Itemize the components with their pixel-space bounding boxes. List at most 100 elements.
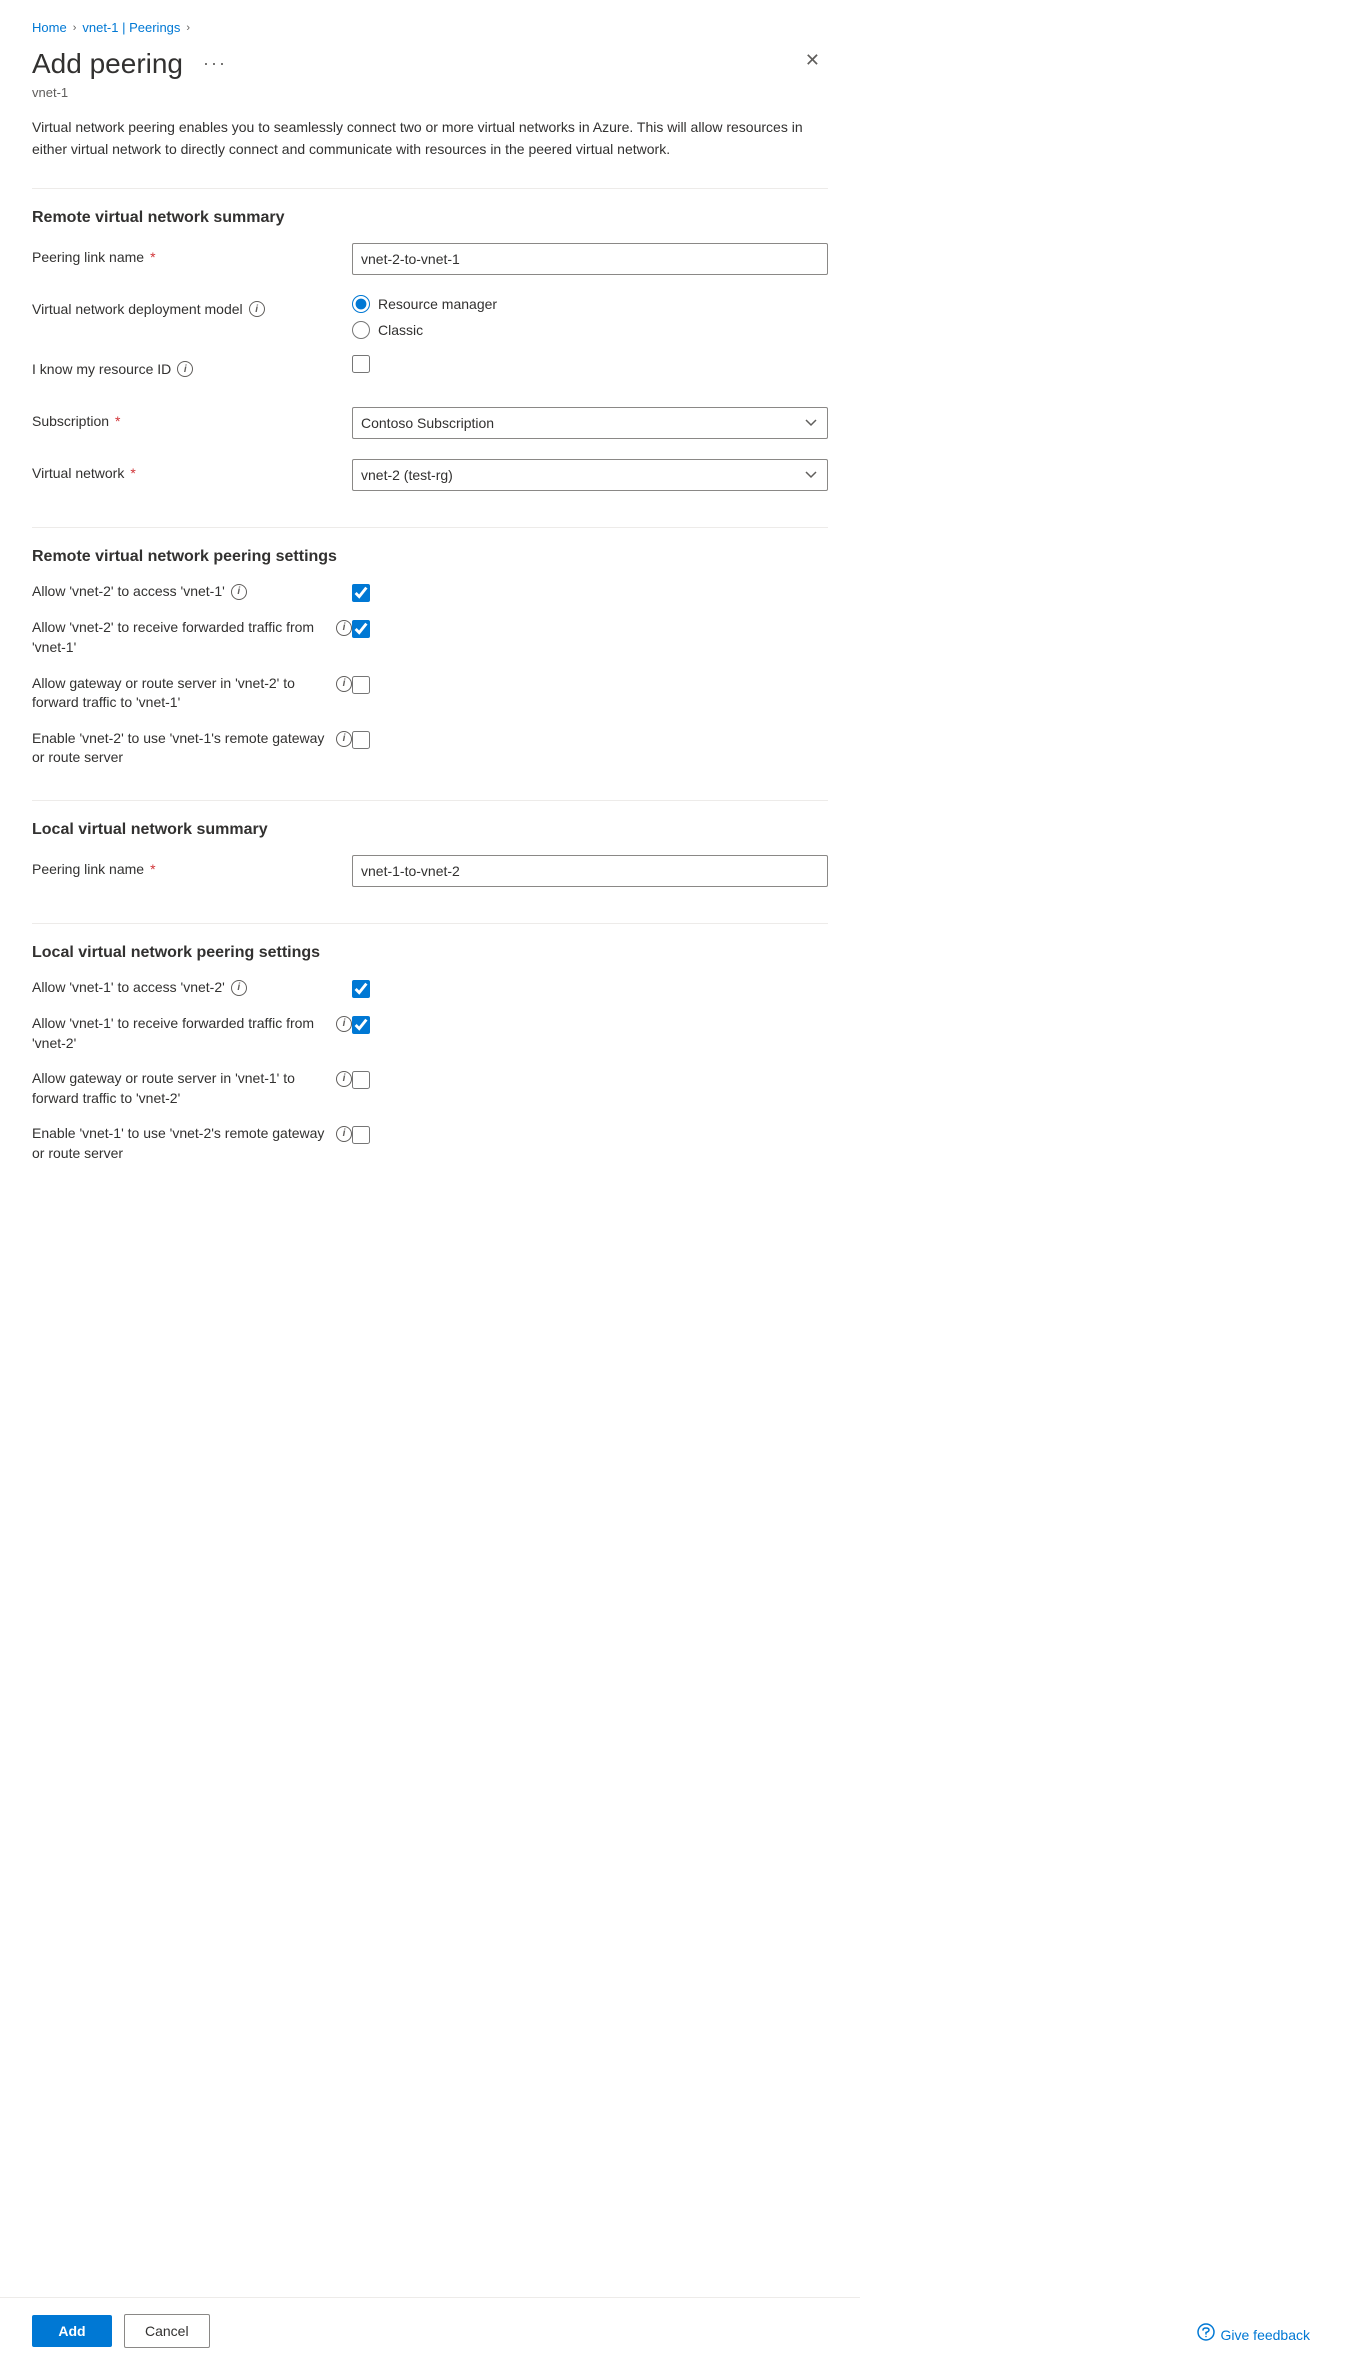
- close-button[interactable]: ✕: [797, 47, 828, 73]
- radio-classic-label: Classic: [378, 322, 423, 338]
- remote-allow-forwarded-control: [352, 618, 370, 638]
- cancel-button[interactable]: Cancel: [124, 2314, 210, 2348]
- local-allow-access-checkbox-item[interactable]: [352, 980, 370, 998]
- subscription-control: Contoso Subscription: [352, 407, 828, 439]
- subscription-select[interactable]: Contoso Subscription: [352, 407, 828, 439]
- local-allow-gateway-row: Allow gateway or route server in 'vnet-1…: [32, 1069, 828, 1108]
- add-button[interactable]: Add: [32, 2315, 112, 2347]
- deployment-model-radio-group: Resource manager Classic: [352, 295, 828, 339]
- local-allow-gateway-checkbox-item[interactable]: [352, 1071, 370, 1089]
- divider-2: [32, 527, 828, 528]
- remote-allow-forwarded-checkbox[interactable]: [352, 620, 370, 638]
- remote-allow-forwarded-row: Allow 'vnet-2' to receive forwarded traf…: [32, 618, 828, 657]
- local-enable-gateway-checkbox-item[interactable]: [352, 1126, 370, 1144]
- resource-id-checkbox-item[interactable]: [352, 355, 828, 373]
- remote-allow-gateway-label-group: Allow gateway or route server in 'vnet-2…: [32, 674, 352, 713]
- breadcrumb-vnet[interactable]: vnet-1 | Peerings: [82, 20, 180, 35]
- peering-link-label: Peering link name *: [32, 243, 352, 265]
- remote-allow-access-control: [352, 582, 370, 602]
- remote-enable-gateway-row: Enable 'vnet-2' to use 'vnet-1's remote …: [32, 729, 828, 768]
- remote-allow-gateway-row: Allow gateway or route server in 'vnet-2…: [32, 674, 828, 713]
- local-allow-gateway-info-icon[interactable]: i: [336, 1071, 352, 1087]
- virtual-network-select[interactable]: vnet-2 (test-rg): [352, 459, 828, 491]
- radio-resource-manager-input[interactable]: [352, 295, 370, 313]
- subscription-row: Subscription * Contoso Subscription: [32, 407, 828, 443]
- remote-allow-access-label-group: Allow 'vnet-2' to access 'vnet-1' i: [32, 582, 352, 602]
- remote-allow-gateway-checkbox[interactable]: [352, 676, 370, 694]
- local-enable-gateway-control: [352, 1124, 370, 1144]
- local-enable-gateway-checkbox[interactable]: [352, 1126, 370, 1144]
- remote-allow-access-info-icon[interactable]: i: [231, 584, 247, 600]
- remote-allow-gateway-info-icon[interactable]: i: [336, 676, 352, 692]
- remote-enable-gateway-info-icon[interactable]: i: [336, 731, 352, 747]
- resource-id-control: [352, 355, 828, 373]
- subscription-required: *: [115, 413, 120, 429]
- breadcrumb-sep-2: ›: [186, 22, 190, 34]
- remote-allow-gateway-control: [352, 674, 370, 694]
- local-allow-forwarded-label: Allow 'vnet-1' to receive forwarded traf…: [32, 1014, 330, 1053]
- local-peering-link-control: [352, 855, 828, 887]
- subscription-label: Subscription *: [32, 407, 352, 429]
- remote-allow-gateway-checkbox-item[interactable]: [352, 676, 370, 694]
- local-allow-forwarded-checkbox-item[interactable]: [352, 1016, 370, 1034]
- local-enable-gateway-label-group: Enable 'vnet-1' to use 'vnet-2's remote …: [32, 1124, 352, 1163]
- divider-3: [32, 800, 828, 801]
- peering-link-control: [352, 243, 828, 275]
- breadcrumb-sep-1: ›: [73, 22, 77, 34]
- more-options-button[interactable]: ···: [195, 49, 235, 78]
- remote-allow-access-checkbox-item[interactable]: [352, 584, 370, 602]
- remote-allow-access-checkbox[interactable]: [352, 584, 370, 602]
- remote-allow-forwarded-info-icon[interactable]: i: [336, 620, 352, 636]
- peering-link-input[interactable]: [352, 243, 828, 275]
- local-allow-access-label-group: Allow 'vnet-1' to access 'vnet-2' i: [32, 978, 352, 998]
- local-required-star: *: [150, 861, 155, 877]
- local-peering-settings-section: Local virtual network peering settings A…: [32, 944, 828, 1164]
- resource-id-checkbox[interactable]: [352, 355, 370, 373]
- page-title-row: Add peering ···: [32, 47, 235, 81]
- local-allow-forwarded-checkbox[interactable]: [352, 1016, 370, 1034]
- radio-classic[interactable]: Classic: [352, 321, 828, 339]
- virtual-network-control: vnet-2 (test-rg): [352, 459, 828, 491]
- resource-id-info-icon[interactable]: i: [177, 361, 193, 377]
- remote-summary-title: Remote virtual network summary: [32, 209, 828, 227]
- local-peering-link-input[interactable]: [352, 855, 828, 887]
- local-allow-gateway-checkbox[interactable]: [352, 1071, 370, 1089]
- remote-allow-access-row: Allow 'vnet-2' to access 'vnet-1' i: [32, 582, 828, 602]
- page-title: Add peering: [32, 47, 183, 81]
- local-peering-settings-title: Local virtual network peering settings: [32, 944, 828, 962]
- divider-1: [32, 188, 828, 189]
- local-allow-gateway-control: [352, 1069, 370, 1089]
- local-enable-gateway-info-icon[interactable]: i: [336, 1126, 352, 1142]
- remote-enable-gateway-control: [352, 729, 370, 749]
- remote-enable-gateway-checkbox-item[interactable]: [352, 731, 370, 749]
- required-star: *: [150, 249, 155, 265]
- remote-allow-forwarded-label-group: Allow 'vnet-2' to receive forwarded traf…: [32, 618, 352, 657]
- local-allow-access-checkbox[interactable]: [352, 980, 370, 998]
- local-allow-gateway-label-group: Allow gateway or route server in 'vnet-1…: [32, 1069, 352, 1108]
- local-peering-link-label: Peering link name *: [32, 855, 352, 877]
- virtual-network-label: Virtual network *: [32, 459, 352, 481]
- remote-allow-access-label: Allow 'vnet-2' to access 'vnet-1': [32, 582, 225, 602]
- local-allow-access-info-icon[interactable]: i: [231, 980, 247, 996]
- local-enable-gateway-label: Enable 'vnet-1' to use 'vnet-2's remote …: [32, 1124, 330, 1163]
- resource-id-label: I know my resource ID i: [32, 355, 352, 377]
- breadcrumb-home[interactable]: Home: [32, 20, 67, 35]
- local-peering-link-row: Peering link name *: [32, 855, 828, 891]
- give-feedback-link[interactable]: Give feedback: [1197, 2323, 1311, 2346]
- local-allow-gateway-label: Allow gateway or route server in 'vnet-1…: [32, 1069, 330, 1108]
- page-header: Add peering ··· ✕: [32, 47, 828, 81]
- local-allow-forwarded-control: [352, 1014, 370, 1034]
- remote-allow-forwarded-label: Allow 'vnet-2' to receive forwarded traf…: [32, 618, 330, 657]
- remote-enable-gateway-label: Enable 'vnet-2' to use 'vnet-1's remote …: [32, 729, 330, 768]
- radio-classic-input[interactable]: [352, 321, 370, 339]
- remote-peering-settings-title: Remote virtual network peering settings: [32, 548, 828, 566]
- remote-enable-gateway-checkbox[interactable]: [352, 731, 370, 749]
- local-allow-access-row: Allow 'vnet-1' to access 'vnet-2' i: [32, 978, 828, 998]
- virtual-network-row: Virtual network * vnet-2 (test-rg): [32, 459, 828, 495]
- remote-allow-forwarded-checkbox-item[interactable]: [352, 620, 370, 638]
- deployment-model-row: Virtual network deployment model i Resou…: [32, 295, 828, 339]
- page-subtitle: vnet-1: [32, 85, 828, 100]
- radio-resource-manager[interactable]: Resource manager: [352, 295, 828, 313]
- local-allow-forwarded-info-icon[interactable]: i: [336, 1016, 352, 1032]
- deployment-model-info-icon[interactable]: i: [249, 301, 265, 317]
